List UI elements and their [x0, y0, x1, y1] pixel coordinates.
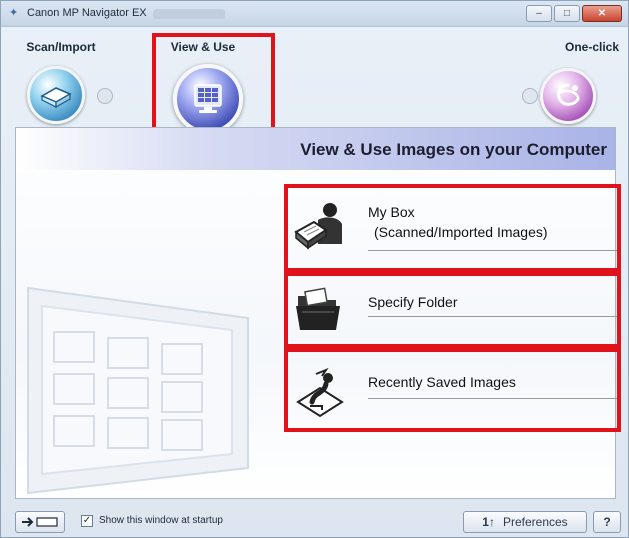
- minimize-button[interactable]: –: [526, 5, 552, 22]
- help-button[interactable]: ?: [593, 511, 621, 533]
- show-at-startup-label: Show this window at startup: [99, 515, 223, 526]
- mode-scan-import[interactable]: Scan/Import: [1, 28, 121, 128]
- recent-images-icon: [292, 364, 348, 420]
- mode-navigation: Scan/Import View & Use One-click: [1, 28, 628, 158]
- app-window: ✦ Canon MP Navigator EX – □ ✕ Scan/Impor…: [0, 0, 629, 538]
- title-obscured-text: [153, 9, 225, 19]
- oneclick-orb-nub: [522, 88, 538, 104]
- preferences-label: Preferences: [502, 515, 568, 529]
- window-title: Canon MP Navigator EX: [27, 7, 147, 19]
- person-box-icon: [292, 198, 348, 254]
- one-click-icon[interactable]: [540, 68, 596, 124]
- maximize-button[interactable]: □: [554, 5, 580, 22]
- preferences-icon: 1↑: [482, 515, 495, 529]
- folder-icon: [292, 282, 348, 338]
- arrow-right-icon: [22, 517, 58, 527]
- mode-one-click[interactable]: One-click: [508, 28, 628, 128]
- scanner-icon[interactable]: [27, 66, 85, 124]
- option-recently-saved[interactable]: Recently Saved Images: [286, 354, 618, 434]
- mode-view-use-label: View & Use: [170, 40, 236, 54]
- option-specify-folder-divider: [368, 316, 618, 317]
- title-bar: ✦ Canon MP Navigator EX – □ ✕: [1, 1, 628, 27]
- option-recently-saved-divider: [368, 398, 618, 399]
- option-my-box-divider: [368, 250, 618, 251]
- option-specify-folder-label: Specify Folder: [368, 294, 458, 310]
- scan-orb-nub: [97, 88, 113, 104]
- close-button[interactable]: ✕: [582, 5, 622, 22]
- panel-title: View & Use Images on your Computer: [300, 140, 607, 159]
- show-at-startup-checkbox[interactable]: ✓: [81, 515, 93, 527]
- preferences-button[interactable]: 1↑ Preferences: [463, 511, 587, 533]
- option-my-box-sublabel: (Scanned/Imported Images): [374, 224, 548, 240]
- decorative-monitor-image: [27, 286, 249, 495]
- monitor-icon[interactable]: [173, 64, 243, 134]
- toggle-view-button[interactable]: [15, 511, 65, 533]
- option-specify-folder[interactable]: Specify Folder: [286, 274, 618, 346]
- option-my-box[interactable]: My Box (Scanned/Imported Images): [286, 188, 618, 268]
- option-recently-saved-label: Recently Saved Images: [368, 374, 516, 390]
- mode-view-use[interactable]: View & Use: [149, 28, 269, 158]
- bottom-bar: ✓ Show this window at startup 1↑ Preferen…: [1, 503, 628, 537]
- app-icon: ✦: [9, 7, 19, 19]
- main-panel: View & Use Images on your Computer My Bo…: [15, 127, 618, 499]
- mode-scan-import-label: Scan/Import: [26, 40, 96, 54]
- option-my-box-label: My Box: [368, 204, 415, 220]
- mode-one-click-label: One-click: [564, 40, 620, 54]
- panel-header: View & Use Images on your Computer: [16, 128, 615, 170]
